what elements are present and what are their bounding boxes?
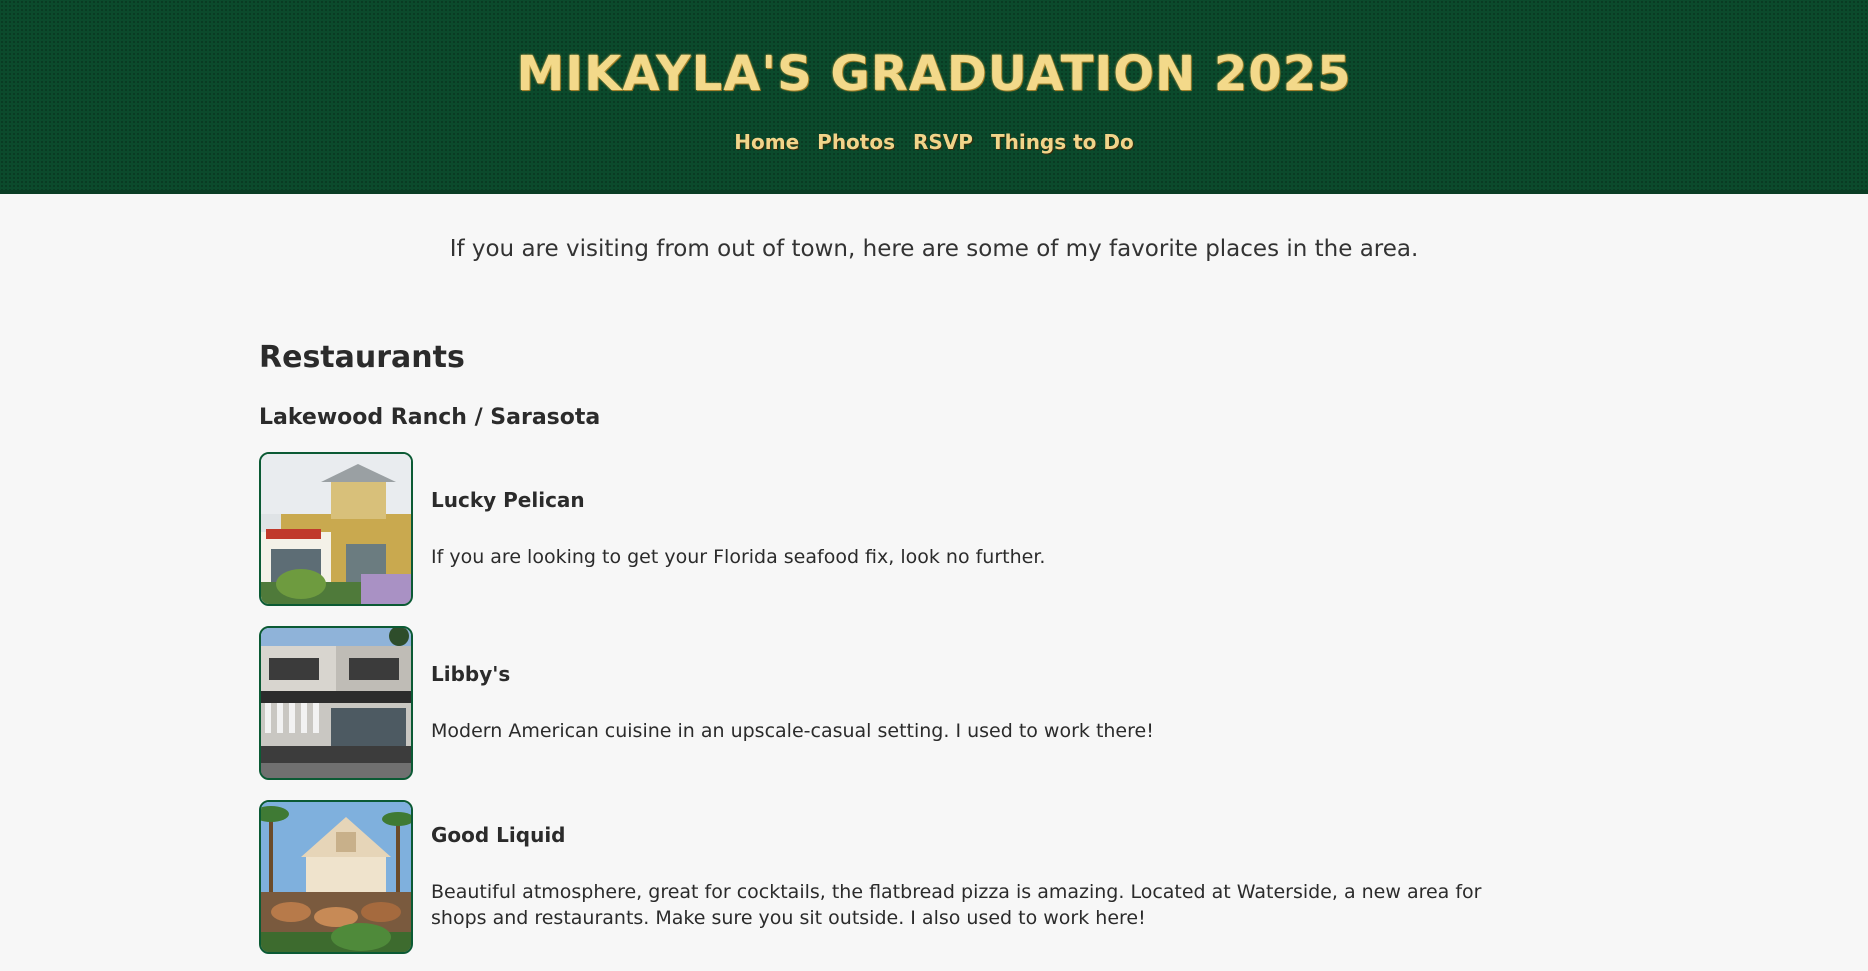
restaurant-description: Beautiful atmosphere, great for cocktail… <box>431 881 1482 929</box>
restaurant-list: Lucky Pelican If you are looking to get … <box>259 452 1609 954</box>
restaurant-description: Modern American cuisine in an upscale-ca… <box>431 720 1154 742</box>
restaurant-photo <box>259 626 413 780</box>
restaurant-name: Libby's <box>431 662 511 686</box>
list-item: Libby's Modern American cuisine in an up… <box>259 626 1609 780</box>
restaurant-photo <box>259 452 413 606</box>
item-text: Good Liquid Beautiful atmosphere, great … <box>431 823 1491 931</box>
site-header: MIKAYLA'S GRADUATION 2025 Home Photos RS… <box>0 0 1868 194</box>
site-title: MIKAYLA'S GRADUATION 2025 <box>516 46 1352 102</box>
main-nav: Home Photos RSVP Things to Do <box>0 130 1868 154</box>
restaurant-name: Lucky Pelican <box>431 488 585 512</box>
list-item: Lucky Pelican If you are looking to get … <box>259 452 1609 606</box>
restaurant-name: Good Liquid <box>431 823 566 847</box>
section-title: Restaurants <box>259 340 465 375</box>
nav-things-to-do-link[interactable]: Things to Do <box>991 130 1134 154</box>
nav-home-link[interactable]: Home <box>734 130 799 154</box>
intro-text: If you are visiting from out of town, he… <box>449 236 1419 262</box>
restaurant-photo <box>259 800 413 954</box>
section-subtitle: Lakewood Ranch / Sarasota <box>259 405 601 430</box>
nav-photos-link[interactable]: Photos <box>817 130 895 154</box>
nav-rsvp-link[interactable]: RSVP <box>913 130 973 154</box>
item-text: Libby's Modern American cuisine in an up… <box>431 662 1154 744</box>
restaurant-description: If you are looking to get your Florida s… <box>431 546 1046 568</box>
main-content: If you are visiting from out of town, he… <box>259 236 1609 954</box>
list-item: Good Liquid Beautiful atmosphere, great … <box>259 800 1609 954</box>
item-text: Lucky Pelican If you are looking to get … <box>431 488 1045 570</box>
